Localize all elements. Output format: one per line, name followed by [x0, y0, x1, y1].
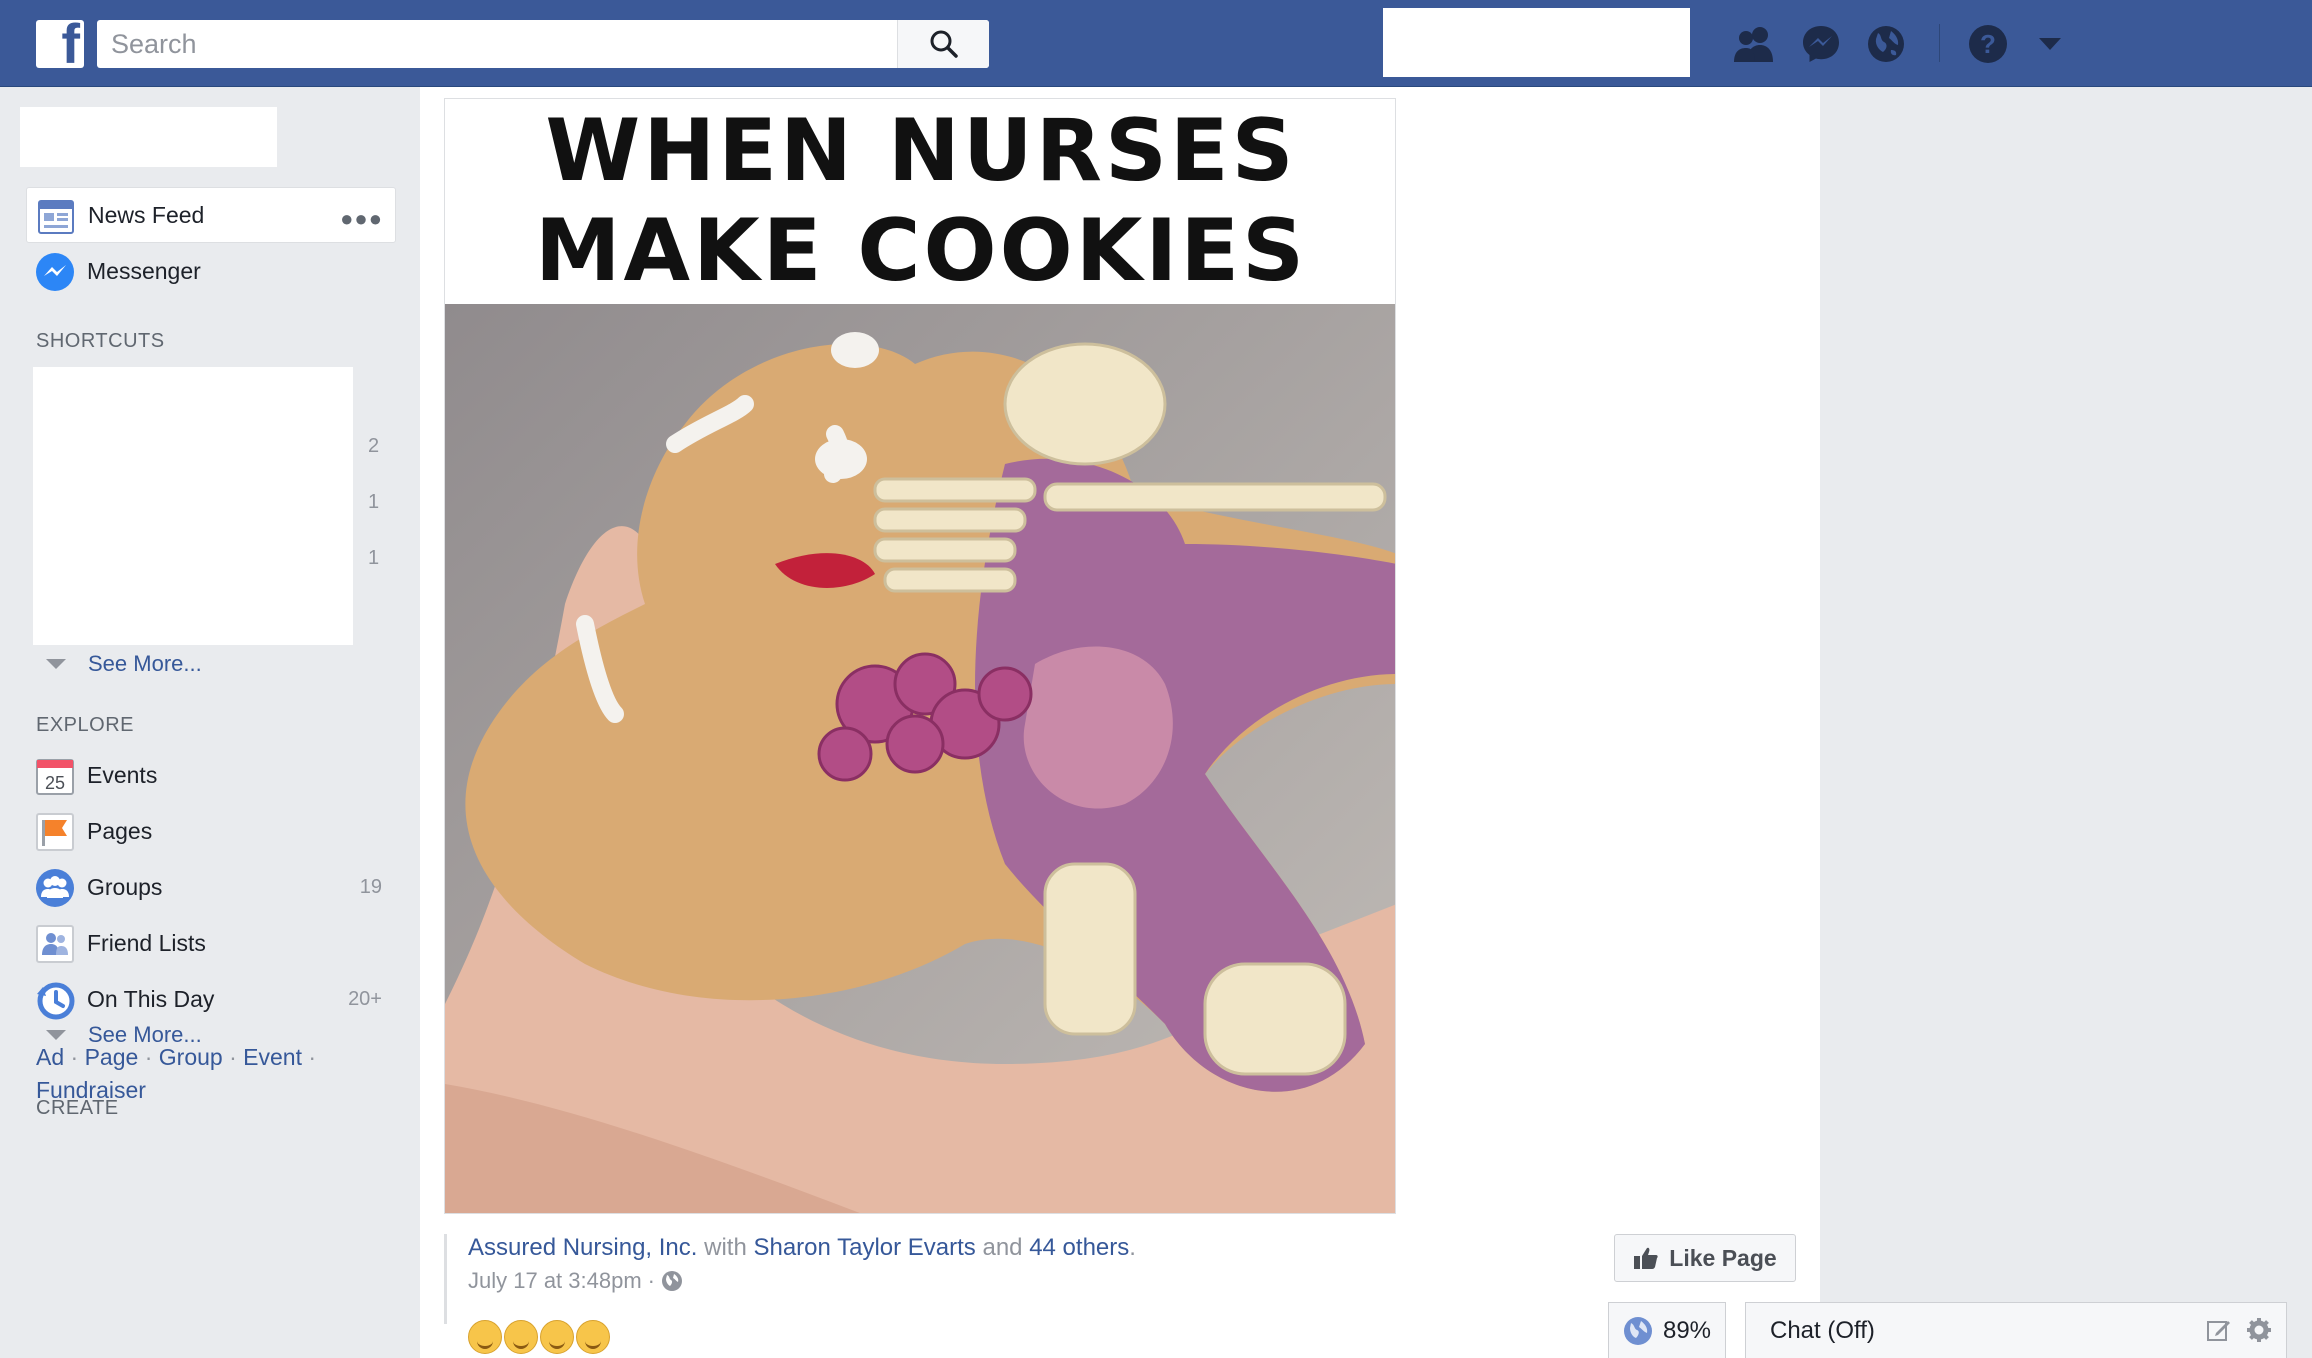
chat-actions [2192, 1317, 2272, 1343]
post-attribution: Assured Nursing, Inc. with Sharon Taylor… [468, 1234, 1136, 1262]
others-link[interactable]: 44 others [1029, 1234, 1129, 1261]
chat-sidebar-toggle[interactable]: Chat (Off) [1745, 1302, 2287, 1358]
period: . [1129, 1234, 1136, 1261]
create-fundraiser-link[interactable]: Fundraiser [36, 1077, 146, 1103]
smile-emoji-icon [468, 1320, 502, 1354]
calendar-icon: 25 [35, 756, 75, 796]
and-text: and [982, 1234, 1023, 1261]
search-icon [930, 30, 958, 58]
groups-icon [35, 868, 75, 908]
facebook-logo-icon[interactable]: f [36, 20, 84, 68]
sidebar-item-label: News Feed [88, 201, 205, 228]
separator: · [144, 1044, 153, 1070]
left-sidebar: News Feed ●●● Messenger SHORTCUTS 2 1 1 … [0, 87, 418, 1358]
author-link[interactable]: Assured Nursing, Inc. [468, 1234, 697, 1261]
caption-line: WHEN NURSES [545, 101, 1297, 201]
create-event-link[interactable]: Event [243, 1044, 302, 1070]
caption-line: MAKE COOKIES [534, 201, 1308, 301]
sidebar-item-friend-lists[interactable]: Friend Lists [26, 915, 396, 971]
sidebar-item-events[interactable]: 25 Events [26, 747, 396, 803]
account-menu-icon[interactable] [2026, 20, 2074, 68]
network-status-widget[interactable]: 89% [1608, 1302, 1726, 1358]
explore-heading: EXPLORE [36, 714, 134, 736]
shortcut-count: 1 [368, 547, 380, 569]
calendar-date: 25 [45, 773, 65, 793]
sidebar-item-label: On This Day [87, 985, 215, 1012]
sidebar-item-label: Events [87, 761, 158, 788]
on-this-day-count: 20+ [348, 987, 382, 1010]
search-input[interactable] [97, 20, 897, 68]
network-percentage: 89% [1662, 1316, 1712, 1344]
sidebar-item-label: Messenger [87, 257, 201, 284]
sidebar-item-news-feed[interactable]: News Feed ●●● [26, 187, 396, 243]
svg-text:?: ? [1980, 29, 1996, 59]
with-text: with [704, 1234, 747, 1261]
groups-count: 19 [359, 875, 382, 898]
profile-link-redacted[interactable] [20, 107, 277, 167]
post-photo[interactable]: WHEN NURSES MAKE COOKIES [444, 98, 1396, 1214]
meme-caption: WHEN NURSES MAKE COOKIES [445, 99, 1395, 303]
clock-icon [35, 980, 75, 1020]
create-group-link[interactable]: Group [159, 1044, 223, 1070]
shortcuts-heading: SHORTCUTS [36, 330, 165, 352]
messenger-icon [35, 252, 75, 292]
thumbs-up-icon [1634, 1247, 1658, 1269]
top-navigation-bar: f Search ? [0, 0, 2312, 87]
flag-icon [35, 812, 75, 852]
shortcut-count: 2 [368, 435, 380, 457]
laughing-emoji-icon [576, 1320, 610, 1354]
sidebar-item-groups[interactable]: Groups 19 [26, 859, 396, 915]
separator: · [70, 1044, 79, 1070]
create-ad-link[interactable]: Ad [36, 1044, 64, 1070]
sidebar-item-messenger[interactable]: Messenger [26, 243, 396, 299]
compose-icon[interactable] [2206, 1317, 2232, 1343]
globe-icon[interactable] [661, 1270, 683, 1292]
divider [444, 1234, 447, 1324]
timestamp-link[interactable]: July 17 at 3:48pm [468, 1268, 642, 1294]
separator: · [229, 1044, 237, 1070]
friend-lists-icon [35, 924, 75, 964]
sidebar-item-label: Groups [87, 873, 163, 900]
separator: · [647, 1268, 655, 1293]
reaction-emojis [468, 1320, 612, 1354]
chevron-down-icon [46, 659, 66, 669]
news-feed-icon [36, 197, 76, 237]
more-options-icon[interactable]: ●●● [340, 206, 383, 232]
messages-icon[interactable] [1797, 20, 1845, 68]
friend-requests-icon[interactable] [1730, 20, 1778, 68]
nav-divider [1939, 24, 1940, 62]
chat-status-label: Chat (Off) [1770, 1316, 1875, 1344]
smile-emoji-icon [504, 1320, 538, 1354]
see-more-shortcuts-link[interactable]: See More... [36, 651, 202, 676]
gingerbread-cookie-image [445, 304, 1395, 1213]
see-more-label: See More... [88, 651, 202, 676]
help-icon[interactable]: ? [1964, 20, 2012, 68]
search-button[interactable] [897, 20, 989, 68]
like-page-button[interactable]: Like Page [1614, 1234, 1796, 1282]
sidebar-item-on-this-day[interactable]: On This Day 20+ [26, 971, 396, 1027]
shortcuts-list-redacted[interactable] [33, 367, 353, 645]
sidebar-item-pages[interactable]: Pages [26, 803, 396, 859]
sidebar-item-label: Friend Lists [87, 929, 206, 956]
post-timestamp: July 17 at 3:48pm · [468, 1268, 683, 1294]
globe-icon [1623, 1316, 1652, 1345]
laughing-emoji-icon [540, 1320, 574, 1354]
separator: · [308, 1044, 317, 1070]
create-page-link[interactable]: Page [85, 1044, 139, 1070]
notifications-icon[interactable] [1862, 20, 1910, 68]
profile-name-redacted[interactable] [1383, 8, 1690, 77]
gear-icon[interactable] [2246, 1317, 2272, 1343]
see-more-explore-link[interactable]: See More... [36, 1022, 202, 1047]
tagged-user-link[interactable]: Sharon Taylor Evarts [753, 1234, 975, 1261]
search-bar [97, 20, 989, 68]
like-page-label: Like Page [1669, 1244, 1777, 1271]
chevron-down-icon [46, 1030, 66, 1040]
create-links: Ad · Page · Group · Event · Fundraiser [36, 1041, 336, 1107]
shortcut-count: 1 [368, 491, 380, 513]
sidebar-item-label: Pages [87, 817, 153, 844]
